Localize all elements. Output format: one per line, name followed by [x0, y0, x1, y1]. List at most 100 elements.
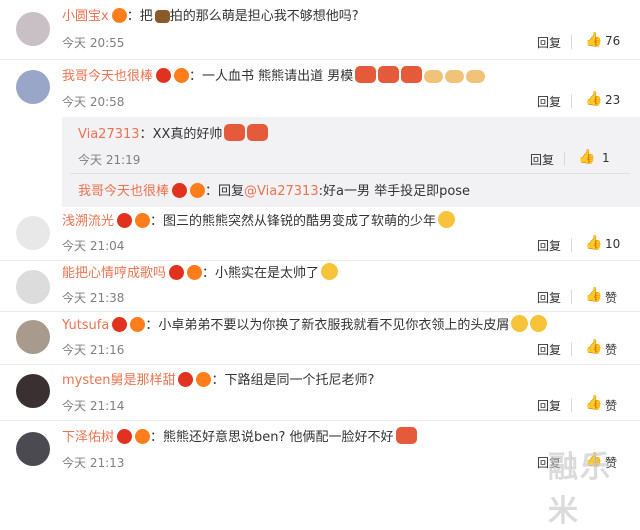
reply-button[interactable]: 回复 [537, 237, 561, 254]
level-badge-icon [174, 68, 190, 83]
scared-emoji-icon [438, 211, 456, 228]
thumbs-up-icon[interactable]: 👍 [578, 149, 595, 165]
emoji-icon [224, 124, 246, 141]
divider [0, 364, 640, 365]
comment-text: 一人血书 熊熊请出道 男模 [202, 69, 354, 84]
awesome-emoji-icon [401, 66, 423, 83]
divider [0, 59, 640, 60]
comment-text: 熊熊还好意思说ben? 他俩配一脸好不好 [163, 430, 394, 445]
bear-emoji-icon [154, 10, 170, 23]
member-badge-icon [112, 317, 128, 332]
avatar[interactable] [16, 432, 50, 466]
reply-button[interactable]: 回复 [537, 93, 561, 110]
emoji-icon [247, 124, 269, 141]
reply-prefix: 回复 [218, 184, 245, 199]
avatar[interactable] [16, 216, 50, 250]
comment-text: 把 [139, 9, 153, 24]
divider [70, 173, 630, 174]
divider [0, 420, 640, 421]
divider [0, 260, 640, 261]
like-count[interactable]: 10 [605, 237, 620, 251]
timestamp: 今天 21:19 [78, 153, 141, 167]
thumbs-up-icon[interactable]: 👍 [585, 235, 602, 251]
username[interactable]: 下泽佑树 [62, 430, 114, 445]
thumbs-up-icon[interactable]: 👍 [585, 91, 602, 107]
member-badge-icon [172, 183, 188, 198]
username[interactable]: Yutsufa [62, 318, 109, 333]
reply-button[interactable]: 回复 [537, 397, 561, 414]
avatar[interactable] [16, 374, 50, 408]
mention-link[interactable]: @Via27313 [244, 184, 319, 199]
timestamp: 今天 20:58 [62, 95, 125, 109]
like-count[interactable]: 赞 [605, 397, 617, 414]
handshake-emoji-icon [466, 70, 486, 83]
comment-text: :好a一男 举手投足即pose [318, 184, 471, 199]
like-count[interactable]: 赞 [605, 341, 617, 358]
emoji-icon [395, 427, 417, 444]
level-badge-icon [135, 213, 151, 228]
comment-text: 下路组是同一个托尼老师? [224, 373, 375, 388]
level-badge-icon [187, 265, 203, 280]
comment-text: 小卓弟弟不要以为你换了新衣服我就看不见你衣领上的头皮屑 [158, 318, 510, 333]
comment-text: XX真的好帅 [152, 127, 223, 142]
divider [564, 152, 565, 166]
doge-emoji-icon [530, 315, 548, 332]
member-badge-icon [178, 372, 194, 387]
thumbs-up-icon[interactable]: 👍 [585, 287, 602, 303]
thumbs-emoji-icon [321, 263, 339, 280]
divider [571, 94, 572, 108]
level-badge-icon [130, 317, 146, 332]
thumbs-up-icon[interactable]: 👍 [585, 339, 602, 355]
username[interactable]: 我哥今天也很棒 [78, 184, 169, 199]
username[interactable]: 我哥今天也很棒 [62, 69, 153, 84]
divider [571, 35, 572, 49]
divider [571, 398, 572, 412]
timestamp: 今天 21:13 [62, 456, 125, 470]
member-badge-icon [117, 429, 133, 444]
timestamp: 今天 21:14 [62, 399, 125, 413]
reply-button[interactable]: 回复 [537, 341, 561, 358]
comment-text: 图三的熊熊突然从锋锐的酷男变成了软萌的少年 [163, 214, 437, 229]
like-count[interactable]: 赞 [605, 289, 617, 306]
username[interactable]: Via27313 [78, 127, 140, 142]
doge-emoji-icon [511, 315, 529, 332]
avatar[interactable] [16, 70, 50, 104]
level-badge-icon [196, 372, 212, 387]
username[interactable]: 能把心情哼成歌吗 [62, 266, 166, 281]
watermark: 融乐米 [548, 450, 612, 529]
member-badge-icon [156, 68, 172, 83]
level-badge-icon [190, 183, 206, 198]
avatar[interactable] [16, 320, 50, 354]
member-badge-icon [111, 8, 127, 23]
awesome-emoji-icon [378, 66, 400, 83]
divider [571, 238, 572, 252]
divider [571, 290, 572, 304]
thumbs-up-icon[interactable]: 👍 [585, 32, 602, 48]
username[interactable]: 浅溯流光 [62, 214, 114, 229]
like-count[interactable]: 23 [605, 93, 620, 107]
divider [0, 311, 640, 312]
timestamp: 今天 21:16 [62, 343, 125, 357]
username[interactable]: 小圆宝x [62, 9, 109, 24]
thumbs-up-icon[interactable]: 👍 [585, 395, 602, 411]
member-badge-icon [117, 213, 133, 228]
timestamp: 今天 21:38 [62, 291, 125, 305]
like-count[interactable]: 76 [605, 34, 620, 48]
avatar[interactable] [16, 270, 50, 304]
username[interactable]: mysten舅是那样甜 [62, 373, 175, 388]
level-badge-icon [135, 429, 151, 444]
awesome-emoji-icon [355, 66, 377, 83]
timestamp: 今天 21:04 [62, 239, 125, 253]
comment-text-continued: 拍的那么萌是担心我不够想他吗? [169, 9, 359, 24]
reply-button[interactable]: 回复 [537, 289, 561, 306]
comment-text: 小熊实在是太帅了 [215, 266, 320, 281]
handshake-emoji-icon [424, 70, 444, 83]
timestamp: 今天 20:55 [62, 36, 125, 50]
like-count[interactable]: 1 [602, 151, 610, 165]
divider [571, 342, 572, 356]
reply-button[interactable]: 回复 [530, 151, 554, 168]
handshake-emoji-icon [445, 70, 465, 83]
member-badge-icon [169, 265, 185, 280]
avatar[interactable] [16, 12, 50, 46]
reply-button[interactable]: 回复 [537, 34, 561, 51]
